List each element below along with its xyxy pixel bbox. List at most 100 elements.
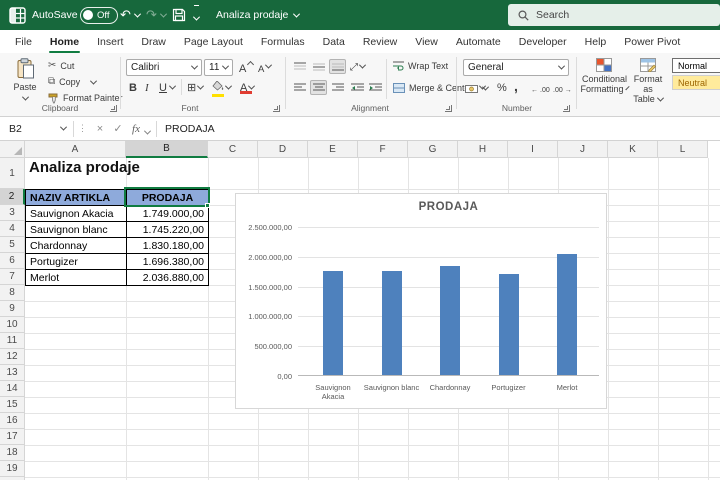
tab-page-layout[interactable]: Page Layout [175, 30, 252, 53]
align-bottom-icon[interactable] [329, 59, 346, 74]
row-header-7[interactable]: 7 [0, 269, 25, 285]
sheet-grid[interactable]: ABCDEFGHIJKL1234567891011121314151617181… [0, 141, 720, 480]
align-top-icon[interactable] [291, 59, 308, 74]
tab-draw[interactable]: Draw [132, 30, 175, 53]
chart-bar-5[interactable] [557, 254, 577, 375]
cut-button[interactable]: ✂Cut [48, 59, 74, 73]
shrink-font-button[interactable]: A [258, 60, 271, 75]
percent-style-button[interactable]: % [497, 79, 507, 94]
row-header-17[interactable]: 17 [0, 429, 25, 445]
chart-bar-1[interactable] [323, 271, 343, 375]
column-header-A[interactable]: A [25, 141, 126, 158]
tab-automate[interactable]: Automate [447, 30, 510, 53]
align-left-icon[interactable] [291, 80, 308, 95]
align-center-icon[interactable] [310, 80, 327, 95]
column-header-E[interactable]: E [308, 141, 358, 158]
tab-help[interactable]: Help [576, 30, 616, 53]
tab-developer[interactable]: Developer [510, 30, 576, 53]
search-input[interactable]: Search [508, 4, 720, 26]
cell-a5[interactable]: Chardonnay [25, 237, 127, 254]
tab-data[interactable]: Data [314, 30, 354, 53]
chart-bar-4[interactable] [499, 274, 519, 375]
row-header-14[interactable]: 14 [0, 381, 25, 397]
clipboard-dialog-launcher[interactable] [110, 105, 117, 112]
cell-a6[interactable]: Portugizer [25, 253, 127, 270]
wrap-text-button[interactable]: Wrap Text [393, 59, 448, 73]
cell-a3[interactable]: Sauvignon Akacia [25, 205, 127, 222]
row-header-2[interactable]: 2 [0, 189, 25, 205]
row-header-16[interactable]: 16 [0, 413, 25, 429]
column-header-C[interactable]: C [208, 141, 258, 158]
align-right-icon[interactable] [329, 80, 346, 95]
cell-style-normal[interactable]: Normal [672, 58, 720, 73]
column-header-G[interactable]: G [408, 141, 458, 158]
font-color-button[interactable]: A [240, 79, 254, 94]
chart-bar-3[interactable] [440, 266, 460, 375]
conditional-formatting-button[interactable]: Conditional Formatting [582, 58, 626, 94]
number-format-combo[interactable]: General [463, 59, 569, 76]
tab-home[interactable]: Home [41, 30, 88, 53]
accounting-format-button[interactable] [465, 79, 485, 94]
font-name-combo[interactable]: Calibri [126, 59, 202, 76]
cell-style-neutral[interactable]: Neutral [672, 75, 720, 90]
column-header-H[interactable]: H [458, 141, 508, 158]
tab-file[interactable]: File [6, 30, 41, 53]
increase-decimal-button[interactable]: ←.00 [531, 79, 550, 94]
increase-indent-icon[interactable] [367, 80, 384, 95]
cell-b6[interactable]: 1.696.380,00 [126, 253, 209, 270]
italic-button[interactable]: I [145, 79, 149, 94]
cancel-entry-icon[interactable]: × [91, 123, 109, 135]
row-header-18[interactable]: 18 [0, 445, 25, 461]
document-title[interactable]: Analiza prodaje [216, 0, 299, 30]
decrease-indent-icon[interactable] [349, 80, 366, 95]
alignment-dialog-launcher[interactable] [445, 105, 452, 112]
cell-a2-header[interactable]: NAZIV ARTIKLA [25, 189, 127, 206]
underline-dropdown[interactable] [170, 79, 175, 94]
row-header-9[interactable]: 9 [0, 301, 25, 317]
row-header-19[interactable]: 19 [0, 461, 25, 477]
tab-view[interactable]: View [406, 30, 447, 53]
name-box[interactable]: B2 [0, 117, 73, 140]
select-all-corner[interactable] [0, 141, 25, 158]
chart-object[interactable]: PRODAJA 0,00500.000,001.000.000,001.500.… [235, 193, 607, 409]
tab-power-pivot[interactable]: Power Pivot [615, 30, 689, 53]
tab-formulas[interactable]: Formulas [252, 30, 314, 53]
grow-font-button[interactable]: A [239, 60, 253, 75]
row-header-4[interactable]: 4 [0, 221, 25, 237]
cell-b3[interactable]: 1.749.000,00 [126, 205, 209, 222]
column-header-F[interactable]: F [358, 141, 408, 158]
column-header-L[interactable]: L [658, 141, 708, 158]
row-header-8[interactable]: 8 [0, 285, 25, 301]
row-header-11[interactable]: 11 [0, 333, 25, 349]
cell-b4[interactable]: 1.745.220,00 [126, 221, 209, 238]
row-header-15[interactable]: 15 [0, 397, 25, 413]
cell-b7[interactable]: 2.036.880,00 [126, 269, 209, 286]
autosave-toggle[interactable]: Off [80, 0, 118, 30]
row-header-1[interactable]: 1 [0, 158, 25, 189]
cell-a7[interactable]: Merlot [25, 269, 127, 286]
row-header-6[interactable]: 6 [0, 253, 25, 269]
copy-button[interactable]: ⧉Copy [48, 75, 96, 89]
row-header-10[interactable]: 10 [0, 317, 25, 333]
insert-function-icon[interactable]: fx [127, 123, 145, 135]
number-dialog-launcher[interactable] [563, 105, 570, 112]
cell-a4[interactable]: Sauvignon blanc [25, 221, 127, 238]
formula-input[interactable]: PRODAJA [157, 123, 720, 135]
column-header-B[interactable]: B [126, 141, 208, 158]
row-header-3[interactable]: 3 [0, 205, 25, 221]
selection-fill-handle[interactable] [205, 203, 210, 208]
undo-button[interactable]: ↶ [120, 0, 140, 30]
column-header-J[interactable]: J [558, 141, 608, 158]
column-header-K[interactable]: K [608, 141, 658, 158]
confirm-entry-icon[interactable]: ✓ [109, 122, 127, 135]
tab-review[interactable]: Review [354, 30, 406, 53]
redo-button[interactable]: ↷ [146, 0, 166, 30]
row-header-5[interactable]: 5 [0, 237, 25, 253]
borders-button[interactable]: ⊞ [187, 79, 203, 94]
column-header-D[interactable]: D [258, 141, 308, 158]
align-middle-icon[interactable] [310, 59, 327, 74]
comma-style-button[interactable]: , [514, 79, 518, 94]
row-header-12[interactable]: 12 [0, 349, 25, 365]
row-header-13[interactable]: 13 [0, 365, 25, 381]
bold-button[interactable]: B [129, 79, 137, 94]
